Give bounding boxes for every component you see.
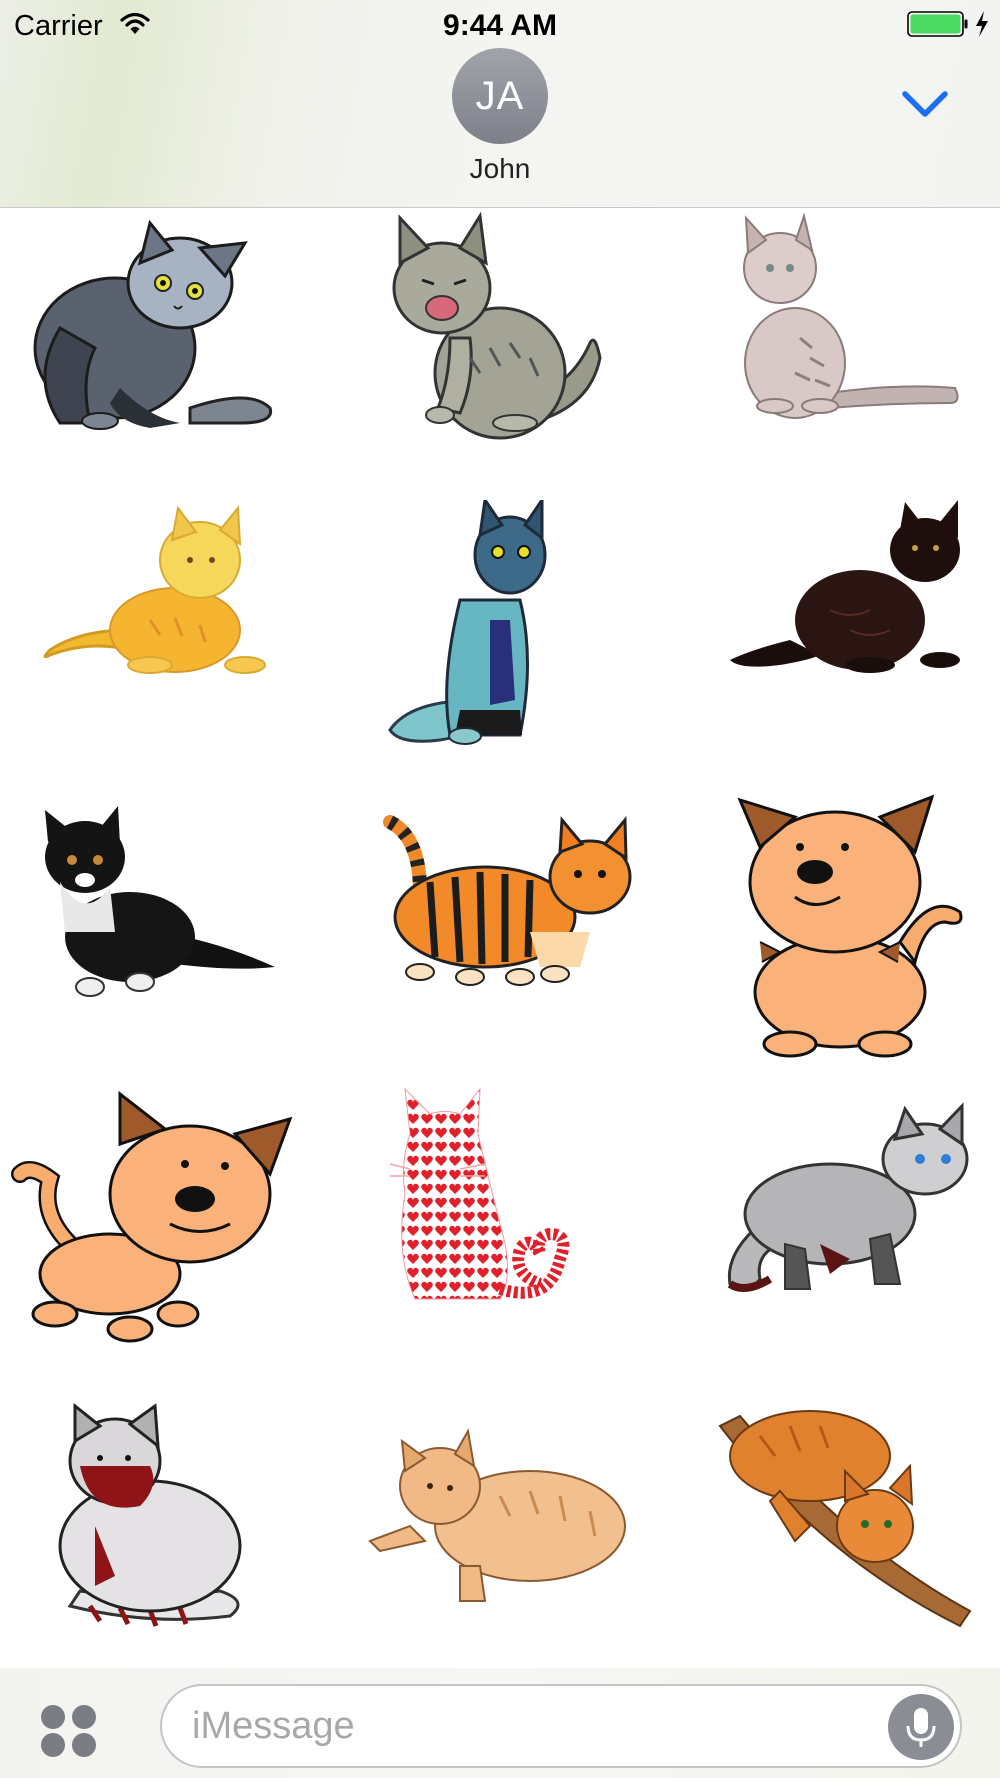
sticker-red-white-cat-sitting[interactable]	[0, 1376, 300, 1646]
cat-icon	[727, 1102, 969, 1292]
sticker-ginger-cat-lying[interactable]	[350, 1376, 650, 1646]
sticker-gray-cat-prowling[interactable]	[700, 1084, 1000, 1354]
sticker-tiger-striped-kitten[interactable]	[350, 792, 650, 1062]
sticker-teal-cat-sitting[interactable]	[350, 500, 650, 770]
cat-icon	[392, 211, 602, 440]
cat-icon	[43, 505, 266, 674]
cat-icon	[45, 806, 275, 997]
sticker-cartoon-cat-sitting[interactable]	[700, 792, 1000, 1062]
dictation-button[interactable]	[888, 1694, 954, 1760]
cat-icon	[737, 794, 963, 1058]
status-time: 9:44 AM	[443, 9, 557, 42]
cat-icon	[743, 212, 959, 419]
conversation-header: Carrier 9:44 AM JA John	[0, 0, 1000, 208]
message-input[interactable]	[192, 1702, 832, 1750]
cat-icon	[33, 219, 273, 430]
contact-avatar[interactable]: JA	[452, 48, 548, 144]
sticker-tabby-cat-licking[interactable]	[350, 208, 650, 478]
sticker-black-fluffy-cat-lying[interactable]	[700, 500, 1000, 770]
sticker-orange-cat-on-branch[interactable]	[700, 1376, 1000, 1646]
chevron-down-icon[interactable]	[900, 88, 950, 120]
sticker-grid	[0, 208, 1000, 1668]
app-drawer-icon[interactable]	[38, 1704, 100, 1758]
charging-bolt-icon	[976, 11, 988, 37]
sticker-black-white-kitten[interactable]	[0, 792, 300, 1062]
sticker-cartoon-cat-walking[interactable]	[0, 1084, 300, 1354]
cat-icon	[389, 1087, 570, 1300]
sticker-gray-cat-scratching[interactable]	[0, 208, 300, 478]
cat-icon	[718, 1410, 972, 1628]
cat-icon	[11, 1090, 293, 1343]
battery-icon	[907, 11, 968, 37]
cat-icon	[388, 500, 547, 745]
contact-name[interactable]: John	[0, 153, 1000, 185]
microphone-icon	[906, 1708, 936, 1747]
sticker-heart-pattern-cat[interactable]	[350, 1084, 650, 1354]
cat-icon	[368, 1428, 626, 1602]
cat-icon	[383, 815, 632, 986]
cat-icon	[730, 500, 960, 673]
message-field[interactable]	[160, 1684, 962, 1768]
sticker-orange-cat-lying[interactable]	[0, 500, 300, 770]
sticker-pale-tabby-kitten-sitting[interactable]	[700, 208, 1000, 478]
compose-bar	[0, 1668, 1000, 1778]
cat-icon	[58, 1402, 242, 1627]
